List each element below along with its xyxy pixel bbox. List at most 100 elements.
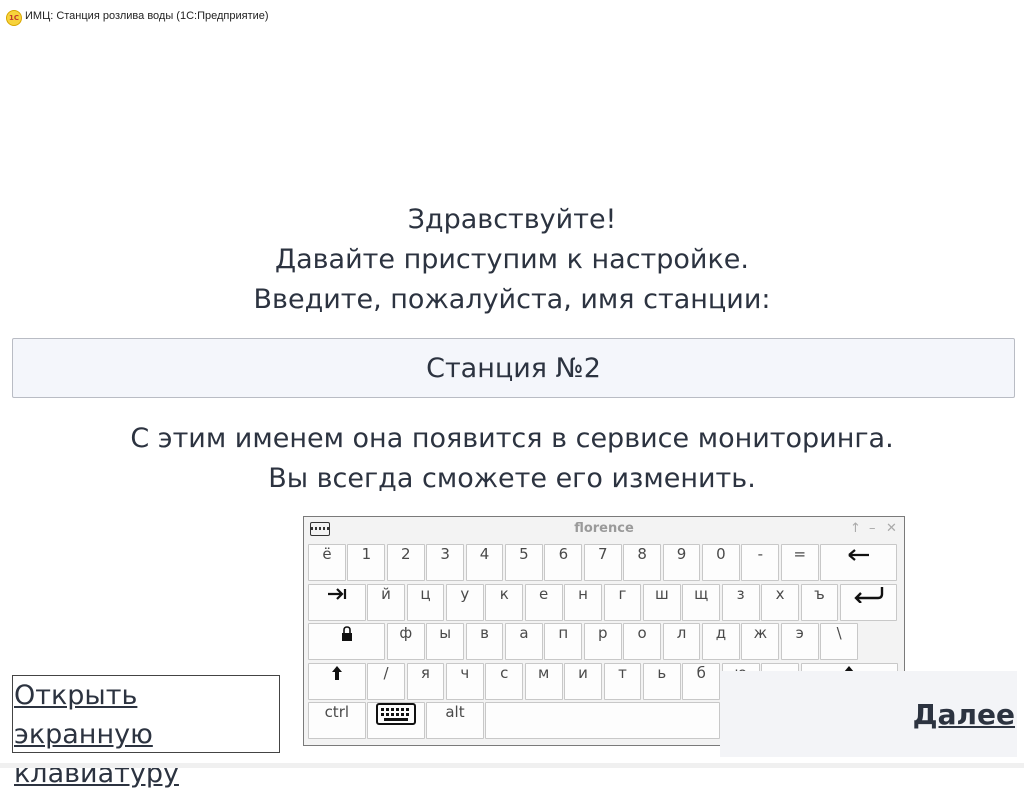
key[interactable]: ы — [426, 623, 465, 660]
key-label: щ — [694, 584, 709, 603]
key[interactable]: г — [603, 583, 642, 621]
key[interactable]: я — [406, 662, 445, 700]
key[interactable]: п — [544, 623, 583, 660]
capslock-key[interactable] — [308, 623, 386, 660]
key-label: ъ — [814, 584, 825, 603]
key-label: д — [715, 624, 727, 642]
key[interactable]: х — [761, 583, 799, 621]
key[interactable]: т — [603, 662, 642, 700]
key[interactable]: = — [780, 544, 819, 581]
key[interactable]: й — [367, 583, 405, 621]
key[interactable]: 8 — [623, 544, 662, 581]
key[interactable]: / — [367, 662, 405, 700]
greeting-text: Здравствуйте! Давайте приступим к настро… — [0, 200, 1024, 320]
key-label: я — [420, 663, 430, 682]
key[interactable]: ч — [445, 662, 484, 700]
key-label: а — [519, 624, 529, 642]
enter-icon — [852, 585, 886, 604]
key[interactable]: 6 — [544, 544, 583, 581]
key[interactable]: 0 — [702, 544, 740, 581]
keyboard-minimize-icon[interactable]: – — [869, 521, 876, 536]
window-title: ИМЦ: Станция розлива воды (1С:Предприяти… — [25, 10, 269, 22]
key[interactable]: л — [662, 623, 701, 660]
ctrl-key[interactable]: ctrl — [308, 702, 366, 739]
key[interactable]: д — [702, 623, 740, 660]
note-text: С этим именем она появится в сервисе мон… — [0, 419, 1024, 499]
keyboard-close-icon[interactable]: ✕ — [886, 521, 897, 536]
backspace-key[interactable] — [820, 544, 898, 581]
key-label: м — [537, 663, 550, 682]
key-label: / — [383, 663, 389, 682]
key-label: \ — [836, 624, 842, 642]
key[interactable]: е — [524, 583, 563, 621]
shift-key[interactable] — [308, 662, 366, 700]
key-label: б — [696, 663, 706, 682]
key[interactable]: м — [524, 662, 563, 700]
key-label: ч — [460, 663, 470, 682]
key[interactable]: с — [485, 662, 524, 700]
key-label: 4 — [479, 545, 490, 563]
window-titlebar: 1С ИМЦ: Станция розлива воды (1С:Предпри… — [0, 0, 1024, 34]
station-name-input[interactable] — [12, 338, 1015, 398]
key[interactable]: к — [485, 583, 524, 621]
key[interactable]: 1 — [347, 544, 386, 581]
key[interactable]: \ — [820, 623, 859, 660]
key[interactable]: 3 — [426, 544, 465, 581]
key-label: г — [618, 584, 627, 603]
bottom-divider — [0, 763, 1024, 768]
key[interactable]: 5 — [505, 544, 543, 581]
key[interactable]: ф — [386, 623, 425, 660]
key-label: х — [775, 584, 785, 603]
key[interactable]: 4 — [465, 544, 504, 581]
key-label: й — [381, 584, 391, 603]
keyboard-up-icon[interactable]: ↑ — [850, 521, 861, 536]
key-label: к — [499, 584, 509, 603]
capslock-icon — [341, 624, 353, 642]
key-label: т — [618, 663, 627, 682]
key[interactable]: в — [465, 623, 504, 660]
keyboard-key[interactable] — [367, 702, 425, 739]
key[interactable]: 9 — [662, 544, 701, 581]
key[interactable]: ь — [642, 662, 681, 700]
key[interactable]: а — [505, 623, 543, 660]
key[interactable]: р — [583, 623, 622, 660]
key-label: 5 — [519, 545, 529, 563]
key[interactable]: н — [564, 583, 602, 621]
key[interactable]: - — [741, 544, 780, 581]
key-label: в — [480, 624, 489, 642]
key-label: с — [500, 663, 509, 682]
open-keyboard-link[interactable]: Открыть экранную клавиатуру — [12, 675, 280, 789]
key-label: п — [558, 624, 569, 642]
alt-key[interactable]: alt — [426, 702, 484, 739]
enter-key[interactable] — [839, 583, 898, 621]
tab-key[interactable] — [308, 583, 366, 621]
next-button[interactable]: Далее — [913, 698, 1015, 731]
key-label: з — [736, 584, 745, 603]
key-label: 2 — [400, 545, 411, 563]
keyboard-row: ф ы в а п р о л д ж э \ — [308, 623, 902, 663]
key[interactable]: щ — [682, 583, 721, 621]
key[interactable]: б — [682, 662, 721, 700]
greeting-line-1: Здравствуйте! — [407, 204, 617, 235]
key-label: ф — [399, 624, 413, 642]
key[interactable]: у — [445, 583, 484, 621]
key[interactable]: з — [721, 583, 760, 621]
keyboard-title: florence — [574, 521, 634, 536]
key[interactable]: 7 — [583, 544, 622, 581]
key-label: ц — [420, 584, 431, 603]
key-label: о — [637, 624, 647, 642]
key-label: л — [676, 624, 687, 642]
key[interactable]: ж — [741, 623, 780, 660]
key[interactable]: ц — [406, 583, 445, 621]
key[interactable]: э — [780, 623, 819, 660]
key-label: е — [539, 584, 549, 603]
key[interactable]: ш — [642, 583, 681, 621]
key[interactable]: и — [564, 662, 602, 700]
key[interactable]: 2 — [386, 544, 425, 581]
key-label: 1 — [361, 545, 372, 563]
key-label: н — [578, 584, 588, 603]
key[interactable]: о — [623, 623, 662, 660]
space-key[interactable] — [485, 702, 721, 739]
key[interactable]: ё — [308, 544, 346, 581]
key[interactable]: ъ — [800, 583, 839, 621]
